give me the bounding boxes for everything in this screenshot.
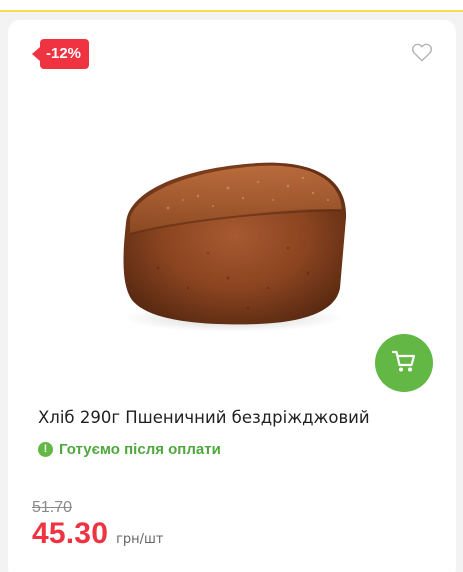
add-to-cart-button[interactable] [375,334,433,392]
current-price: 45.30 [32,517,109,550]
info-exclamation-icon: ! [38,442,53,457]
cart-icon [391,349,417,378]
product-image-bread [108,138,358,338]
discount-badge: -12% [31,39,90,69]
product-card[interactable]: -12% Хліб 290г Пшеничний бездріжджовий !… [8,20,456,572]
top-strip [0,0,463,12]
status-text: Готуємо після оплати [59,441,221,458]
old-price: 51.70 [32,499,73,516]
heart-icon[interactable] [411,42,433,62]
preparation-status: ! Готуємо після оплати [38,441,221,458]
product-title[interactable]: Хліб 290г Пшеничний бездріжджовий [38,408,438,427]
price-row: 45.30 грн/шт [32,517,164,551]
price-unit: грн/шт [116,532,164,547]
